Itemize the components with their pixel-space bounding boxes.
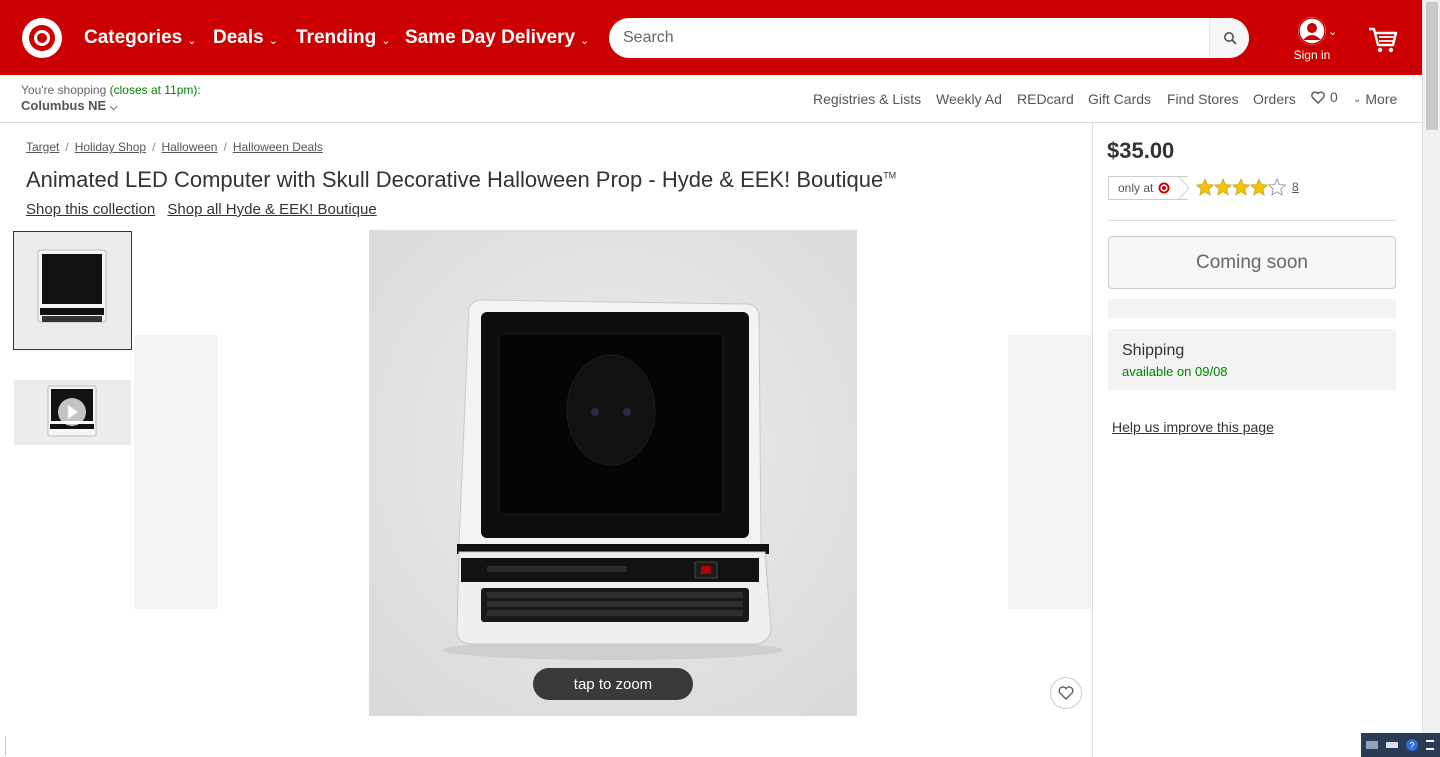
store-name: Columbus NE: [21, 98, 107, 113]
product-title: Animated LED Computer with Skull Decorat…: [26, 167, 896, 193]
link-find-stores[interactable]: Find Stores: [1167, 91, 1239, 107]
main-product-image[interactable]: [369, 230, 857, 716]
more-label: More: [1365, 91, 1398, 107]
shop-collection-link[interactable]: Shop this collection: [26, 201, 155, 218]
link-registries[interactable]: Registries & Lists: [813, 91, 921, 107]
store-hours-text: You're shopping (closes at 11pm):: [21, 83, 201, 97]
trademark-mark: TM: [883, 170, 897, 181]
nav-deals-label: Deals: [213, 27, 264, 48]
link-gift-cards[interactable]: Gift Cards: [1088, 91, 1151, 107]
rating-stars-icon: [1196, 178, 1286, 196]
thumbnail-image-1[interactable]: [13, 231, 132, 350]
nav-categories-label: Categories: [84, 27, 183, 48]
search-bar: [609, 18, 1249, 58]
page-scrollbar[interactable]: [1422, 0, 1440, 757]
link-orders[interactable]: Orders: [1253, 91, 1296, 107]
user-icon: [1298, 17, 1326, 45]
animated-computer-image: [369, 230, 857, 716]
help-icon[interactable]: ?: [1405, 738, 1419, 752]
store-selector[interactable]: Columbus NE ⌵: [21, 98, 117, 113]
help-improve-link[interactable]: Help us improve this page: [1112, 419, 1274, 435]
heart-icon: [1311, 90, 1325, 104]
breadcrumb-separator: /: [65, 140, 69, 154]
carousel-next-image[interactable]: [1008, 335, 1092, 609]
search-button[interactable]: [1209, 18, 1249, 58]
more-menu[interactable]: ⌄ More: [1353, 91, 1397, 107]
shopping-prefix: You're shopping: [21, 83, 107, 97]
shipping-option[interactable]: Shipping available on 09/08: [1108, 329, 1396, 390]
chevron-down-icon: ⌵: [109, 102, 118, 113]
system-tray: ?: [1361, 733, 1440, 757]
nav-same-day-delivery-label: Same Day Delivery: [405, 27, 576, 48]
badge-tip: [1178, 176, 1190, 200]
collection-links: Shop this collection Shop all Hyde & EEK…: [26, 201, 385, 218]
heart-icon: [1058, 686, 1074, 700]
computer-video-thumbnail-icon: [14, 380, 131, 445]
target-logo-icon[interactable]: [22, 18, 62, 58]
chevron-down-icon: ⌄: [1353, 93, 1362, 105]
shop-brand-link[interactable]: Shop all Hyde & EEK! Boutique: [167, 201, 376, 218]
favorites-link[interactable]: 0: [1311, 89, 1338, 105]
section-divider: [1108, 220, 1396, 221]
store-hours: (closes at 11pm):: [109, 83, 201, 97]
nav-categories[interactable]: Categories ⌄: [84, 27, 196, 49]
product-title-text: Animated LED Computer with Skull Decorat…: [26, 167, 884, 192]
page-edge-mark: [5, 736, 6, 756]
product-price: $35.00: [1107, 138, 1175, 163]
input-icon[interactable]: [1385, 738, 1399, 752]
breadcrumb-separator: /: [223, 140, 227, 154]
nav-trending[interactable]: Trending ⌄: [296, 27, 390, 49]
breadcrumb-separator: /: [152, 140, 156, 154]
nav-trending-label: Trending: [296, 27, 377, 48]
star-rating[interactable]: [1196, 178, 1286, 196]
svg-text:?: ?: [1409, 741, 1414, 751]
shipping-title: Shipping: [1122, 342, 1185, 359]
top-navigation-bar: Categories ⌄ Deals ⌄ Trending ⌄ Same Day…: [0, 0, 1422, 75]
shipping-availability: available on 09/08: [1122, 364, 1228, 379]
sign-in-button[interactable]: Sign in: [1288, 17, 1336, 63]
cart-icon[interactable]: [1367, 24, 1399, 56]
scrollbar-thumb[interactable]: [1426, 2, 1438, 130]
computer-thumbnail-icon: [14, 232, 131, 349]
coming-soon-button[interactable]: Coming soon: [1108, 236, 1396, 289]
search-icon: [1223, 32, 1237, 45]
chevron-down-icon: ⌄: [1328, 26, 1338, 38]
menu-icon[interactable]: [1423, 738, 1437, 752]
nav-same-day-delivery[interactable]: Same Day Delivery ⌄: [405, 27, 589, 49]
only-at-target-badge: only at: [1108, 176, 1188, 200]
tap-to-zoom-button[interactable]: tap to zoom: [533, 668, 693, 700]
chevron-down-icon: ⌄: [580, 34, 590, 47]
sign-in-label: Sign in: [1293, 48, 1331, 62]
sub-header: You're shopping (closes at 11pm): Columb…: [0, 75, 1422, 123]
nav-deals[interactable]: Deals ⌄: [213, 27, 278, 49]
breadcrumb: Target / Holiday Shop / Halloween / Halloween …: [26, 140, 323, 154]
only-at-label: only at: [1118, 181, 1154, 195]
link-weekly-ad[interactable]: Weekly Ad: [936, 91, 1002, 107]
link-redcard[interactable]: REDcard: [1017, 91, 1074, 107]
breadcrumb-halloween[interactable]: Halloween: [161, 140, 217, 154]
chevron-down-icon: ⌄: [268, 34, 278, 47]
panel-divider: [1092, 123, 1093, 757]
chevron-down-icon: ⌄: [187, 34, 197, 47]
carousel-prev-image[interactable]: [134, 335, 218, 609]
breadcrumb-holiday-shop[interactable]: Holiday Shop: [75, 140, 146, 154]
keyboard-icon[interactable]: [1365, 738, 1379, 752]
search-input[interactable]: [623, 26, 1203, 50]
add-to-favorites-button[interactable]: [1050, 677, 1082, 709]
target-bullseye-icon: [1158, 182, 1170, 194]
favorites-count: 0: [1330, 89, 1338, 105]
loading-placeholder: [1108, 299, 1396, 318]
breadcrumb-target[interactable]: Target: [26, 140, 59, 154]
chevron-down-icon: ⌄: [381, 34, 391, 47]
thumbnail-video[interactable]: [14, 380, 131, 445]
review-count-link[interactable]: 8: [1292, 180, 1299, 194]
breadcrumb-halloween-deals[interactable]: Halloween Deals: [233, 140, 323, 154]
